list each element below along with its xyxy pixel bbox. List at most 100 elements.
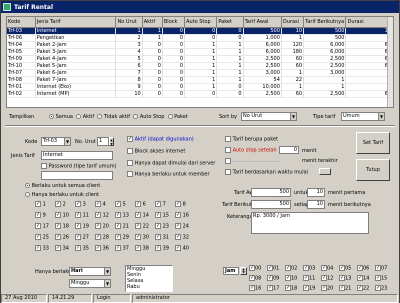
client-checkbox[interactable]: ✓ 12 bbox=[95, 212, 109, 219]
client-checkbox[interactable]: ✓ 40 bbox=[175, 245, 189, 252]
client-checkbox[interactable]: ✓ 15 bbox=[155, 212, 169, 219]
client-checkbox[interactable]: ✓ 3 bbox=[75, 201, 86, 208]
day-listbox[interactable]: Minggu Senin Selasa Rabu bbox=[125, 265, 173, 292]
hour-checkbox[interactable]: ✓12 bbox=[321, 275, 333, 282]
hour-checkbox[interactable]: ✓05 bbox=[339, 265, 351, 272]
client-checkbox[interactable]: ✓ 6 bbox=[135, 201, 146, 208]
hour-checkbox[interactable]: ✓10 bbox=[285, 275, 297, 282]
table-row[interactable]: Trf-10Paket 5-Jam600112,500602,50060 bbox=[7, 62, 393, 70]
member-checkbox[interactable]: Hanya berlaku untuk member bbox=[127, 171, 210, 178]
client-checkbox[interactable]: ✓ 31 bbox=[155, 234, 169, 241]
table-row[interactable]: Trf-06Pengetikan210001,00015001 bbox=[7, 34, 393, 42]
client-checkbox[interactable]: ✓ 30 bbox=[135, 234, 149, 241]
column-header[interactable]: No Urut bbox=[115, 17, 143, 28]
hour-checkbox[interactable]: ✓15 bbox=[375, 275, 387, 282]
table-row[interactable]: Trf-07Paket 6-Jam700113,00013,0001 bbox=[7, 69, 393, 77]
client-checkbox[interactable]: ✓ 9 bbox=[35, 212, 46, 219]
sort-select[interactable]: No Urut ▼ bbox=[241, 112, 297, 121]
password-checkbox[interactable]: Password (tipe tarif umum) bbox=[41, 163, 117, 170]
column-header[interactable]: Kode bbox=[7, 17, 36, 28]
client-checkbox[interactable]: ✓ 22 bbox=[135, 223, 149, 230]
client-checkbox[interactable]: ✓ 16 bbox=[175, 212, 189, 219]
hour-checkbox[interactable]: ✓08 bbox=[249, 275, 261, 282]
client-checkbox[interactable]: ✓ 37 bbox=[115, 245, 129, 252]
column-header[interactable]: Tarif Awal bbox=[243, 17, 282, 28]
untuk-field[interactable]: 10 bbox=[307, 188, 325, 197]
hour-checkbox[interactable]: ✓20 bbox=[321, 285, 333, 292]
column-header[interactable]: Auto Stop bbox=[184, 17, 218, 28]
hour-checkbox[interactable]: ✓19 bbox=[303, 285, 315, 292]
filter-option-auto-stop[interactable]: Auto Stop bbox=[133, 114, 164, 120]
autostop-field[interactable]: 0 bbox=[279, 146, 299, 154]
client-checkbox[interactable]: ✓ 39 bbox=[155, 245, 169, 252]
nourut-field[interactable]: 1 bbox=[97, 137, 109, 146]
client-checkbox[interactable]: ✓ 11 bbox=[75, 212, 89, 219]
client-checkbox[interactable]: ✓ 38 bbox=[135, 245, 149, 252]
filter-option-tidak-aktif[interactable]: Tidak aktif bbox=[97, 114, 130, 120]
paket-checkbox[interactable]: Tarif berupa paket bbox=[225, 136, 278, 143]
client-checkbox[interactable]: ✓ 10 bbox=[55, 212, 69, 219]
client-checkbox[interactable]: ✓ 20 bbox=[95, 223, 109, 230]
client-checkbox[interactable]: ✓ 17 bbox=[35, 223, 49, 230]
jam-spinner[interactable]: ▲ ▼ bbox=[240, 267, 247, 275]
hour-checkbox[interactable]: ✓21 bbox=[339, 285, 351, 292]
client-checkbox[interactable]: ✓ 33 bbox=[35, 245, 49, 252]
column-header[interactable]: Jenis Tarif bbox=[35, 17, 117, 28]
table-row[interactable]: Trf-08Paket 7-Jam80011542211 bbox=[7, 76, 393, 84]
hour-checkbox[interactable]: ✓16 bbox=[249, 285, 261, 292]
column-header[interactable]: Durasi bbox=[345, 17, 393, 28]
password-field[interactable] bbox=[41, 171, 113, 180]
table-row[interactable]: Trf-02Internet (MP)1000002,500602,50060 bbox=[7, 90, 393, 98]
client-checkbox[interactable]: ✓ 36 bbox=[95, 245, 109, 252]
hour-checkbox[interactable]: ✓17 bbox=[267, 285, 279, 292]
nourut-spinner[interactable]: ▲ ▼ bbox=[109, 137, 114, 146]
client-all-radio[interactable]: Berlaku untuk semua client bbox=[25, 183, 100, 189]
table-row[interactable]: Trf-03Internet110005001050010 bbox=[7, 27, 393, 35]
waktu-checkbox[interactable]: Tarif berdasarkan waktu mulai bbox=[225, 169, 308, 176]
hour-checkbox[interactable]: ✓04 bbox=[321, 265, 333, 272]
hour-checkbox[interactable]: ✓03 bbox=[303, 265, 315, 272]
hari-select[interactable]: Hari ▼ bbox=[69, 267, 111, 276]
jenis-tarif-field[interactable]: Internet bbox=[41, 151, 113, 160]
client-checkbox[interactable]: ✓ 32 bbox=[175, 234, 189, 241]
aktif-checkbox[interactable]: ✓ Aktif (dapat digunakan) bbox=[127, 136, 194, 143]
filter-option-semua[interactable]: Semua bbox=[49, 114, 73, 120]
list-item[interactable]: Rabu bbox=[127, 284, 172, 290]
hour-checkbox[interactable]: ✓09 bbox=[267, 275, 279, 282]
keterangan-field[interactable]: Rp. 3000 / Jam bbox=[251, 212, 369, 234]
client-checkbox[interactable]: ✓ 27 bbox=[75, 234, 89, 241]
client-checkbox[interactable]: ✓ 19 bbox=[75, 223, 89, 230]
client-checkbox[interactable]: ✓ 2 bbox=[55, 201, 66, 208]
client-checkbox[interactable]: ✓ 34 bbox=[55, 245, 69, 252]
hour-checkbox[interactable]: ✓06 bbox=[357, 265, 369, 272]
block-checkbox[interactable]: Block akses internet bbox=[127, 148, 185, 155]
client-checkbox[interactable]: ✓ 5 bbox=[115, 201, 126, 208]
client-checkbox[interactable]: ✓ 26 bbox=[55, 234, 69, 241]
hour-checkbox[interactable]: ✓18 bbox=[285, 285, 297, 292]
client-checkbox[interactable]: ✓ 29 bbox=[115, 234, 129, 241]
minggu-select[interactable]: Minggu ▼ bbox=[69, 279, 111, 288]
set-tarif-button[interactable]: Set Tarif bbox=[356, 132, 390, 154]
filter-option-aktif[interactable]: Aktif bbox=[76, 114, 94, 120]
hour-checkbox[interactable]: ✓14 bbox=[357, 275, 369, 282]
vertical-scrollbar[interactable] bbox=[387, 17, 393, 107]
client-checkbox[interactable]: ✓ 35 bbox=[75, 245, 89, 252]
client-checkbox[interactable]: ✓ 4 bbox=[95, 201, 106, 208]
hour-checkbox[interactable]: ✓00 bbox=[249, 265, 261, 272]
client-checkbox[interactable]: ✓ 14 bbox=[135, 212, 149, 219]
tarif-berikut-field[interactable]: 500 bbox=[251, 200, 291, 209]
setiap-field[interactable]: 10 bbox=[307, 200, 325, 209]
client-checkbox[interactable]: ✓ 21 bbox=[115, 223, 129, 230]
hour-checkbox[interactable]: ✓01 bbox=[267, 265, 279, 272]
client-some-radio[interactable]: Hanya berlaku untuk client bbox=[25, 192, 99, 198]
column-header[interactable]: Durasi bbox=[281, 17, 305, 28]
hour-checkbox[interactable]: ✓11 bbox=[303, 275, 315, 282]
hour-checkbox[interactable]: ✓23 bbox=[375, 285, 387, 292]
column-header[interactable]: Aktif bbox=[142, 17, 163, 28]
table-row[interactable]: Trf-04Paket 2-Jam300116,0001206,00060 bbox=[7, 41, 393, 49]
client-checkbox[interactable]: ✓ 28 bbox=[95, 234, 109, 241]
table-row[interactable]: Trf-05Paket 3-Jam400116,0001806,00060 bbox=[7, 48, 393, 56]
client-checkbox[interactable]: ✓ 13 bbox=[115, 212, 129, 219]
filter-option-paket[interactable]: Paket bbox=[167, 114, 188, 120]
table-row[interactable]: Trf-01Internet (Eko)9001010,000111 bbox=[7, 83, 393, 91]
